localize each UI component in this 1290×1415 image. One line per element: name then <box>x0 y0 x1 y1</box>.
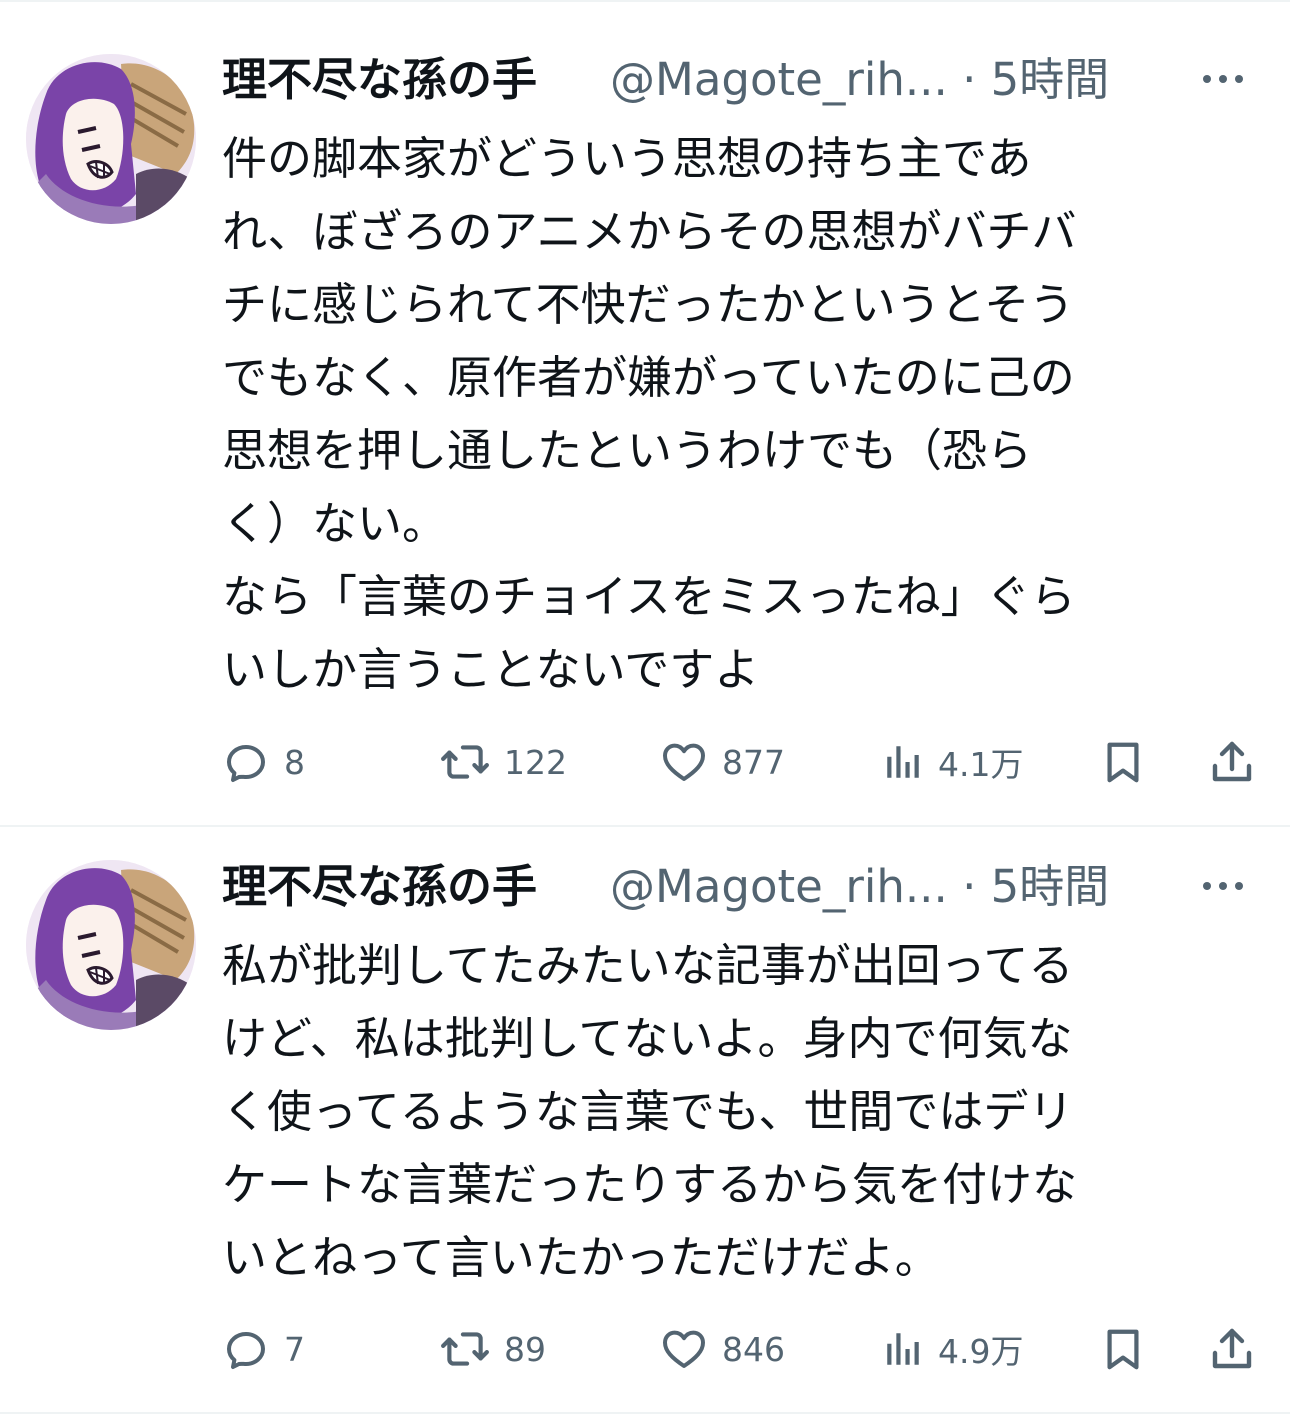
timeline: 理不尽な孫の手 @Magote_rih... · 5時間 件の脚本家がどういう思… <box>0 0 1290 1415</box>
handle-and-time[interactable]: @Magote_rih... · 5時間 <box>610 857 1109 917</box>
action-bar: 7 89 846 4.9万 <box>222 1319 1262 1379</box>
share-icon <box>1208 1325 1256 1373</box>
views-count: 4.9万 <box>938 1332 1024 1371</box>
reply-count: 8 <box>284 742 305 782</box>
views-count: 4.1万 <box>938 745 1024 784</box>
retweet-icon <box>440 737 490 787</box>
more-icon[interactable] <box>1200 64 1246 94</box>
views-button[interactable]: 4.9万 <box>882 1319 1023 1379</box>
tweet[interactable]: 理不尽な孫の手 @Magote_rih... · 5時間 私が批判してたみたいな… <box>0 827 1290 1413</box>
like-icon <box>660 1325 708 1373</box>
divider <box>0 1412 1290 1414</box>
retweet-count: 89 <box>504 1329 546 1369</box>
reply-button[interactable]: 7 <box>222 1319 305 1379</box>
share-button[interactable] <box>1208 732 1256 792</box>
like-count: 846 <box>722 1329 785 1369</box>
bookmark-icon <box>1100 739 1146 785</box>
display-name[interactable]: 理不尽な孫の手 <box>222 50 537 110</box>
action-bar: 8 122 877 4.1万 <box>222 732 1262 792</box>
retweet-button[interactable]: 89 <box>440 1319 546 1379</box>
tweet-text: 私が批判してたみたいな記事が出回ってる けど、私は批判してないよ。身内で何気な … <box>222 939 1078 1284</box>
like-count: 877 <box>722 742 785 782</box>
views-button[interactable]: 4.1万 <box>882 732 1023 792</box>
like-button[interactable]: 877 <box>660 732 785 792</box>
share-button[interactable] <box>1208 1319 1256 1379</box>
bookmark-icon <box>1100 1326 1146 1372</box>
display-name[interactable]: 理不尽な孫の手 <box>222 857 537 917</box>
reply-icon <box>222 1325 270 1373</box>
reply-icon <box>222 738 270 786</box>
tweet[interactable]: 理不尽な孫の手 @Magote_rih... · 5時間 件の脚本家がどういう思… <box>0 0 1290 825</box>
views-icon <box>882 741 924 783</box>
retweet-button[interactable]: 122 <box>440 732 567 792</box>
share-icon <box>1208 738 1256 786</box>
views-icon <box>882 1328 924 1370</box>
avatar-icon[interactable] <box>26 54 196 224</box>
bookmark-button[interactable] <box>1100 1319 1146 1379</box>
retweet-icon <box>440 1324 490 1374</box>
tweet-text: 件の脚本家がどういう思想の持ち主であ れ、ぼざろのアニメからその思想がバチバ チ… <box>222 132 1077 696</box>
reply-button[interactable]: 8 <box>222 732 305 792</box>
bookmark-button[interactable] <box>1100 732 1146 792</box>
avatar-icon[interactable] <box>26 860 196 1030</box>
retweet-count: 122 <box>504 742 567 782</box>
like-icon <box>660 738 708 786</box>
tweet-header: 理不尽な孫の手 @Magote_rih... · 5時間 <box>222 857 1260 917</box>
handle-and-time[interactable]: @Magote_rih... · 5時間 <box>610 50 1109 110</box>
like-button[interactable]: 846 <box>660 1319 785 1379</box>
more-icon[interactable] <box>1200 871 1246 901</box>
reply-count: 7 <box>284 1329 305 1369</box>
tweet-header: 理不尽な孫の手 @Magote_rih... · 5時間 <box>222 50 1260 110</box>
